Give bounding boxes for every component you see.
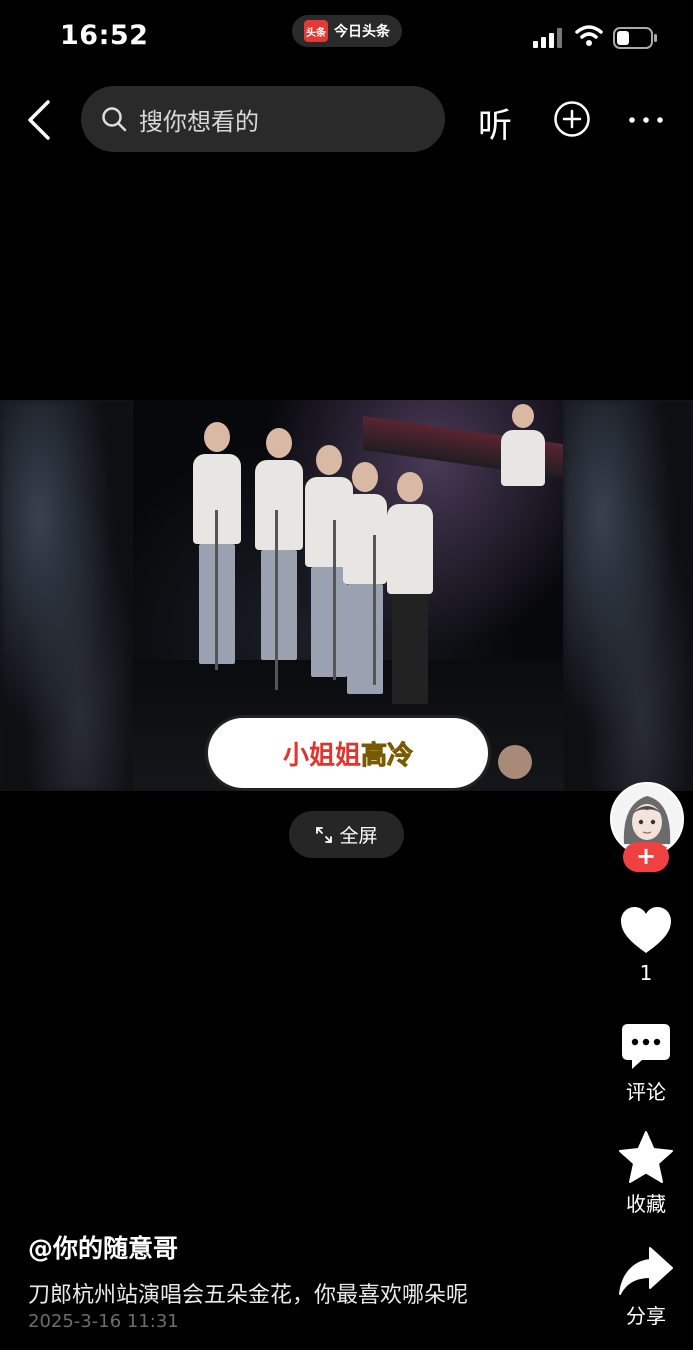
app-name: 今日头条 xyxy=(334,24,390,40)
listen-button[interactable]: 听 xyxy=(478,98,512,147)
more-options-icon[interactable] xyxy=(624,110,668,130)
video-player[interactable]: 小姐姐 高冷 xyxy=(0,400,693,791)
favorite-label: 收藏 xyxy=(626,1192,666,1216)
app-indicator-pill[interactable]: 头条 今日头条 xyxy=(292,15,402,47)
mic-stand xyxy=(215,510,218,670)
wifi-icon xyxy=(575,25,603,46)
audience-member xyxy=(498,745,532,779)
cellular-signal-icon xyxy=(533,28,562,48)
fullscreen-label: 全屏 xyxy=(339,825,378,847)
comment-button[interactable]: 评论 xyxy=(610,1022,682,1105)
comment-label: 评论 xyxy=(626,1080,666,1104)
expand-icon xyxy=(316,826,333,843)
back-button[interactable] xyxy=(20,98,60,142)
mic-stand xyxy=(275,510,278,690)
share-arrow-icon xyxy=(619,1247,673,1295)
comment-bubble-icon xyxy=(622,1024,670,1069)
like-count: 1 xyxy=(639,961,653,985)
search-icon xyxy=(102,107,127,132)
search-input[interactable]: 搜你想看的 xyxy=(81,86,445,152)
performer xyxy=(343,462,387,694)
video-frame-content: 小姐姐 高冷 xyxy=(133,400,563,791)
favorite-button[interactable]: 收藏 xyxy=(610,1130,682,1217)
publish-timestamp: 2025-3-16 11:31 xyxy=(28,1311,179,1332)
performer xyxy=(387,472,433,704)
caption-text-yellow: 高冷 xyxy=(360,740,414,771)
mic-stand xyxy=(333,520,336,680)
caption-text-red: 小姐姐 xyxy=(282,740,361,771)
toutiao-logo-icon: 头条 xyxy=(304,20,328,42)
like-button[interactable]: 1 xyxy=(610,905,682,985)
add-circle-icon[interactable] xyxy=(553,100,591,138)
share-button[interactable]: 分享 xyxy=(610,1246,682,1329)
video-blur-backdrop-right xyxy=(563,400,693,791)
author-name-link[interactable]: @你的随意哥 xyxy=(28,1229,178,1265)
performer xyxy=(255,428,303,660)
status-time: 16:52 xyxy=(60,20,149,51)
fullscreen-button[interactable]: 全屏 xyxy=(289,811,404,858)
video-detail-screen: 16:52 头条 今日头条 搜你想看的 听 小姐姐 高冷 全屏 + 1 评论 收… xyxy=(0,0,693,1350)
share-label: 分享 xyxy=(626,1304,666,1328)
search-placeholder: 搜你想看的 xyxy=(139,107,259,136)
star-icon xyxy=(619,1131,673,1183)
battery-icon xyxy=(613,27,657,49)
follow-button[interactable]: + xyxy=(623,842,669,872)
mic-stand xyxy=(373,535,376,685)
video-title: 刀郎杭州站演唱会五朵金花，你最喜欢哪朵呢 xyxy=(28,1283,469,1308)
performer xyxy=(501,404,545,486)
video-caption-sticker: 小姐姐 高冷 xyxy=(208,718,488,788)
heart-icon xyxy=(621,907,671,953)
status-bar: 16:52 头条 今日头条 xyxy=(0,0,693,75)
video-blur-backdrop-left xyxy=(0,400,133,791)
